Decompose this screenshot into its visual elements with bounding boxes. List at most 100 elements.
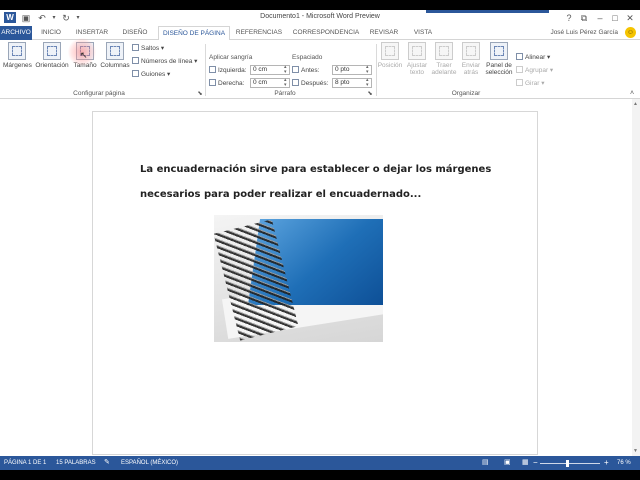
maximize-icon[interactable]: □ [609,12,621,24]
orientacion-label: Orientación [35,62,69,69]
indent-right-input[interactable]: 0 cm [250,78,290,88]
document-page[interactable]: La encuadernación sirve para establecer … [92,111,538,455]
send-backward-icon [462,42,480,60]
space-after-input[interactable]: 8 pto [332,78,372,88]
posicion-label: Posición [377,62,403,69]
title-bar: W ▣ ↶ ▾ ↻ ▾ Documento1 - Microsoft Word … [0,10,640,26]
traer-adelante-button[interactable]: Traer adelante [430,42,458,76]
tab-inicio[interactable]: INICIO [36,26,66,40]
tab-diseno[interactable]: DISEÑO [118,26,152,40]
tab-referencias[interactable]: REFERENCIAS [234,26,284,40]
margenes-button[interactable]: Márgenes [3,42,32,69]
group-icon [516,66,523,73]
proofing-icon[interactable]: ✎ [104,456,110,470]
orientacion-button[interactable]: Orientación [34,42,70,69]
parrafo-group-label: Párrafo [274,90,296,97]
panel-seleccion-button[interactable]: Panel de selección [484,42,514,76]
ribbon-tabs: ARCHIVO INICIO INSERTAR DISEÑO DISEÑO DE… [0,26,640,41]
despues-row: Después: [292,79,328,87]
hyphenation-icon [132,70,139,77]
align-icon [516,53,523,60]
bring-forward-icon [435,42,453,60]
document-area[interactable]: La encuadernación sirve para establecer … [0,99,640,456]
tab-vista[interactable]: VISTA [408,26,438,40]
user-name[interactable]: José Luis Pérez García [550,29,618,36]
zoom-in-button[interactable]: + [604,456,609,470]
derecha-row: Derecha: [209,79,244,87]
window-title: Documento1 - Microsoft Word Preview [260,13,380,20]
zoom-slider-track[interactable] [540,463,600,464]
numeros-linea-button[interactable]: Números de línea ▾ [132,57,197,65]
margins-icon [8,42,26,60]
help-icon[interactable]: ? [563,12,575,24]
alinear-button[interactable]: Alinear ▾ [516,53,550,61]
print-layout-icon[interactable]: ▣ [504,456,511,470]
scroll-down-icon[interactable]: ▼ [633,448,638,454]
ribbon: Márgenes Orientación Tamaño Columnas Sal… [0,40,640,99]
ajustar-label-line2: texto [409,69,425,76]
izquierda-row: Izquierda: [209,66,247,74]
agrupar-button[interactable]: Agrupar ▾ [516,66,553,74]
web-layout-icon[interactable]: ▦ [522,456,529,470]
space-before-icon [292,66,299,73]
enviar-atras-button[interactable]: Enviar atrás [458,42,484,76]
zoom-out-button[interactable]: − [533,456,538,470]
selection-pane-icon [490,42,508,60]
paragraph-launcher-icon[interactable]: ⬊ [366,90,374,98]
derecha-label: Derecha: [218,80,245,87]
tab-revisar[interactable]: REVISAR [366,26,402,40]
close-icon[interactable]: ✕ [624,12,636,24]
aplicar-sangria-header: Aplicar sangría [209,54,253,61]
language-indicator[interactable]: ESPAÑOL (MÉXICO) [121,456,178,470]
zoom-level[interactable]: 76 % [617,456,631,470]
saltos-button[interactable]: Saltos ▾ [132,44,164,52]
tab-diseno-de-pagina[interactable]: DISEÑO DE PÁGINA [158,26,230,41]
space-before-input[interactable]: 0 pto [332,65,372,75]
panel-label-line2: selección [485,69,513,76]
space-after-icon [292,79,299,86]
line-numbers-icon [132,57,139,64]
girar-label: Girar [525,80,540,87]
enviar-label-line1: Enviar [461,62,481,69]
position-icon [381,42,399,60]
margenes-label: Márgenes [3,62,32,69]
feedback-smiley-icon[interactable]: ☺ [625,27,636,38]
zoom-slider-thumb[interactable] [566,460,569,467]
word-window: W ▣ ↶ ▾ ↻ ▾ Documento1 - Microsoft Word … [0,10,640,470]
saltos-label: Saltos [141,45,160,52]
antes-label: Antes: [301,67,320,74]
scroll-up-icon[interactable]: ▲ [633,101,638,107]
mouse-cursor-icon: ↖ [80,50,88,60]
traer-label-line2: adelante [431,69,457,76]
rotate-icon [516,79,523,86]
breaks-icon [132,44,139,51]
guiones-label: Guiones [141,71,166,78]
traer-label-line1: Traer [436,62,452,69]
izquierda-label: Izquierda: [218,67,247,74]
vertical-scrollbar[interactable]: ▲ ▼ [632,99,640,456]
ajustar-texto-button[interactable]: Ajustar texto [404,42,430,76]
minimize-icon[interactable]: – [594,12,606,24]
posicion-button[interactable]: Posición [376,42,404,69]
girar-button[interactable]: Girar ▾ [516,79,545,87]
panel-label-line1: Panel de [486,62,512,69]
columns-icon [106,42,124,60]
group-separator [205,44,206,96]
guiones-button[interactable]: Guiones ▾ [132,70,170,78]
word-count[interactable]: 15 PALABRAS [56,456,96,470]
spiral-binding-image[interactable] [214,215,383,342]
page-setup-launcher-icon[interactable]: ⬊ [196,90,204,98]
antes-row: Antes: [292,66,319,74]
tab-archivo[interactable]: ARCHIVO [0,26,32,40]
read-mode-icon[interactable]: ▤ [482,456,489,470]
tab-correspondencia[interactable]: CORRESPONDENCIA [290,26,362,40]
configurar-pagina-group-label: Configurar página [73,90,125,97]
indent-left-input[interactable]: 0 cm [250,65,290,75]
orientation-icon [43,42,61,60]
document-paragraph[interactable]: La encuadernación sirve para establecer … [140,157,520,207]
ribbon-display-options-icon[interactable]: ⧉ [578,12,590,24]
columnas-button[interactable]: Columnas [100,42,130,69]
alinear-label: Alinear [525,54,546,61]
page-count[interactable]: PÁGINA 1 DE 1 [4,456,46,470]
despues-label: Después: [301,80,329,87]
